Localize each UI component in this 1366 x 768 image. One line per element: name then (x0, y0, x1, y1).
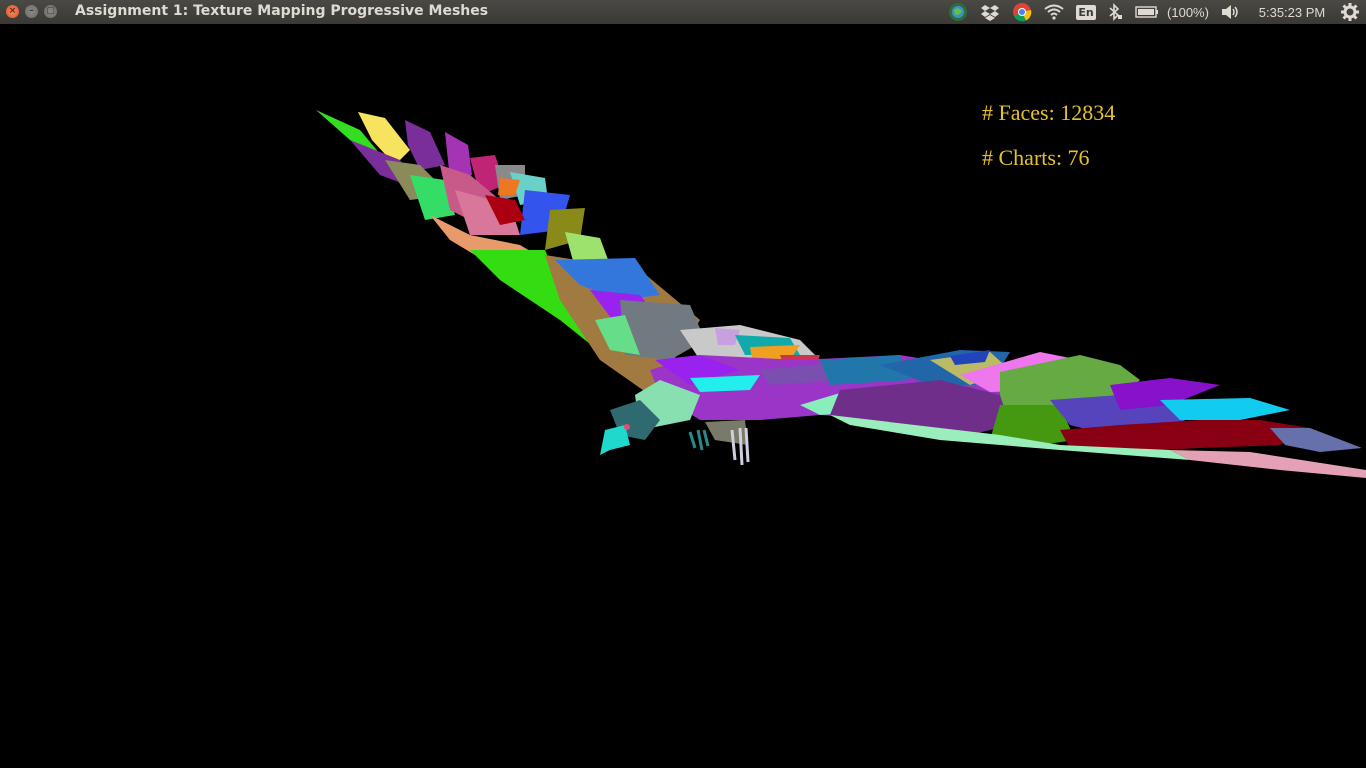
minimize-window-button[interactable]: – (25, 5, 38, 18)
globe-icon[interactable] (947, 2, 969, 22)
wifi-icon[interactable] (1043, 2, 1065, 22)
faces-count-label: # Faces: 12834 (982, 100, 1116, 125)
eagle-mesh-render (316, 110, 1366, 478)
keyboard-layout-icon[interactable]: En (1075, 2, 1097, 22)
bluetooth-icon[interactable] (1105, 2, 1125, 22)
render-viewport[interactable]: # Faces: 12834 # Charts: 76 (0, 24, 1366, 768)
charts-count-label: # Charts: 76 (982, 145, 1090, 170)
battery-percentage: (100%) (1167, 4, 1209, 20)
volume-icon[interactable] (1219, 2, 1243, 22)
top-panel: × – ▢ Assignment 1: Texture Mapping Prog… (0, 0, 1366, 24)
chrome-icon[interactable] (1011, 2, 1033, 22)
maximize-window-button[interactable]: ▢ (44, 5, 57, 18)
minimize-icon: – (29, 6, 34, 16)
close-icon: × (8, 6, 17, 16)
window-title: Assignment 1: Texture Mapping Progressiv… (75, 3, 489, 19)
dropbox-icon[interactable] (979, 2, 1001, 22)
close-window-button[interactable]: × (6, 5, 19, 18)
keyboard-layout-label: En (1076, 4, 1096, 20)
gear-icon[interactable] (1339, 2, 1361, 22)
clock[interactable]: 5:35:23 PM (1252, 2, 1332, 22)
battery-icon[interactable] (1133, 2, 1161, 22)
maximize-icon: ▢ (46, 6, 55, 16)
